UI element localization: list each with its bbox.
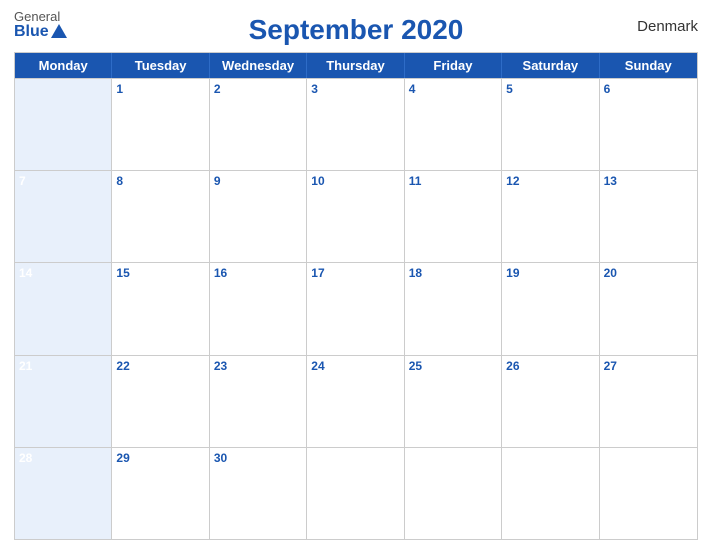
week-row-1: 123456: [15, 78, 697, 170]
week-row-5: 28 29 30: [15, 447, 697, 539]
day-number: 27: [604, 359, 693, 375]
day-header-monday: Monday: [15, 53, 112, 78]
day-cell: [502, 448, 599, 539]
day-cell: 13: [600, 171, 697, 262]
day-number: 22: [116, 359, 204, 375]
day-cell: 21: [15, 356, 112, 447]
day-cell: 28: [15, 448, 112, 539]
day-number: 3: [311, 82, 399, 98]
day-number: 5: [506, 82, 594, 98]
day-number: 26: [506, 359, 594, 375]
logo-general-text: General: [14, 10, 60, 24]
day-cell: 17: [307, 263, 404, 354]
day-cell: 23: [210, 356, 307, 447]
day-cell: 19: [502, 263, 599, 354]
day-cell: 16: [210, 263, 307, 354]
day-number: 11: [409, 174, 497, 190]
day-cell: 1: [112, 79, 209, 170]
day-cell: 26: [502, 356, 599, 447]
country-label: Denmark: [637, 18, 698, 35]
day-number: 1: [116, 82, 204, 98]
week-row-2: 789 10 11 12 13: [15, 170, 697, 262]
day-number: 7: [19, 174, 107, 190]
day-number: 29: [116, 451, 204, 467]
logo: General Blue: [14, 10, 67, 40]
day-cell: [15, 79, 112, 170]
day-cell: 30: [210, 448, 307, 539]
calendar-header: General Blue September 2020 Denmark: [14, 10, 698, 52]
day-number: 21: [19, 359, 107, 375]
day-number: 15: [116, 266, 204, 282]
day-number: 9: [214, 174, 302, 190]
day-cell: [405, 448, 502, 539]
day-number: 16: [214, 266, 302, 282]
day-number: 6: [604, 82, 693, 98]
day-number: 13: [604, 174, 693, 190]
day-cell: 18: [405, 263, 502, 354]
day-cell: 7: [15, 171, 112, 262]
calendar-grid: MondayTuesdayWednesdayThursdayFridaySatu…: [14, 52, 698, 540]
day-number: 12: [506, 174, 594, 190]
day-number: 24: [311, 359, 399, 375]
day-number: 4: [409, 82, 497, 98]
day-number: 18: [409, 266, 497, 282]
day-number: 23: [214, 359, 302, 375]
logo-blue-text: Blue: [14, 24, 67, 40]
day-cell: [600, 448, 697, 539]
day-cell: 29: [112, 448, 209, 539]
week-row-4: 21 22 23 24 25 26 27: [15, 355, 697, 447]
page-title: September 2020: [249, 14, 464, 46]
day-number: 17: [311, 266, 399, 282]
day-cell: 3: [307, 79, 404, 170]
logo-triangle-icon: [51, 24, 67, 38]
day-header-saturday: Saturday: [502, 53, 599, 78]
day-cell: 22: [112, 356, 209, 447]
day-header-tuesday: Tuesday: [112, 53, 209, 78]
day-cell: 24: [307, 356, 404, 447]
day-number: 10: [311, 174, 399, 190]
day-header-thursday: Thursday: [307, 53, 404, 78]
day-cell: 10: [307, 171, 404, 262]
day-cell: 15: [112, 263, 209, 354]
day-cell: 27: [600, 356, 697, 447]
day-cell: 4: [405, 79, 502, 170]
day-number: 8: [116, 174, 204, 190]
day-number: 30: [214, 451, 302, 467]
day-cell: 6: [600, 79, 697, 170]
day-cell: 14: [15, 263, 112, 354]
day-cell: 9: [210, 171, 307, 262]
day-number: 25: [409, 359, 497, 375]
day-cell: 11: [405, 171, 502, 262]
day-number: 19: [506, 266, 594, 282]
day-number: 20: [604, 266, 693, 282]
day-number: 28: [19, 451, 107, 467]
day-cell: 25: [405, 356, 502, 447]
day-header-sunday: Sunday: [600, 53, 697, 78]
day-cell: 8: [112, 171, 209, 262]
day-number: 2: [214, 82, 302, 98]
week-row-3: 14 15 16 17 18 19 20: [15, 262, 697, 354]
day-header-friday: Friday: [405, 53, 502, 78]
day-cell: 2: [210, 79, 307, 170]
day-cell: 20: [600, 263, 697, 354]
calendar-weeks: 1234567891011121314151617181920212223242…: [15, 78, 697, 539]
day-cell: [307, 448, 404, 539]
day-header-wednesday: Wednesday: [210, 53, 307, 78]
day-cell: 5: [502, 79, 599, 170]
day-cell: 12: [502, 171, 599, 262]
day-number: 14: [19, 266, 107, 282]
day-headers-row: MondayTuesdayWednesdayThursdayFridaySatu…: [15, 53, 697, 78]
